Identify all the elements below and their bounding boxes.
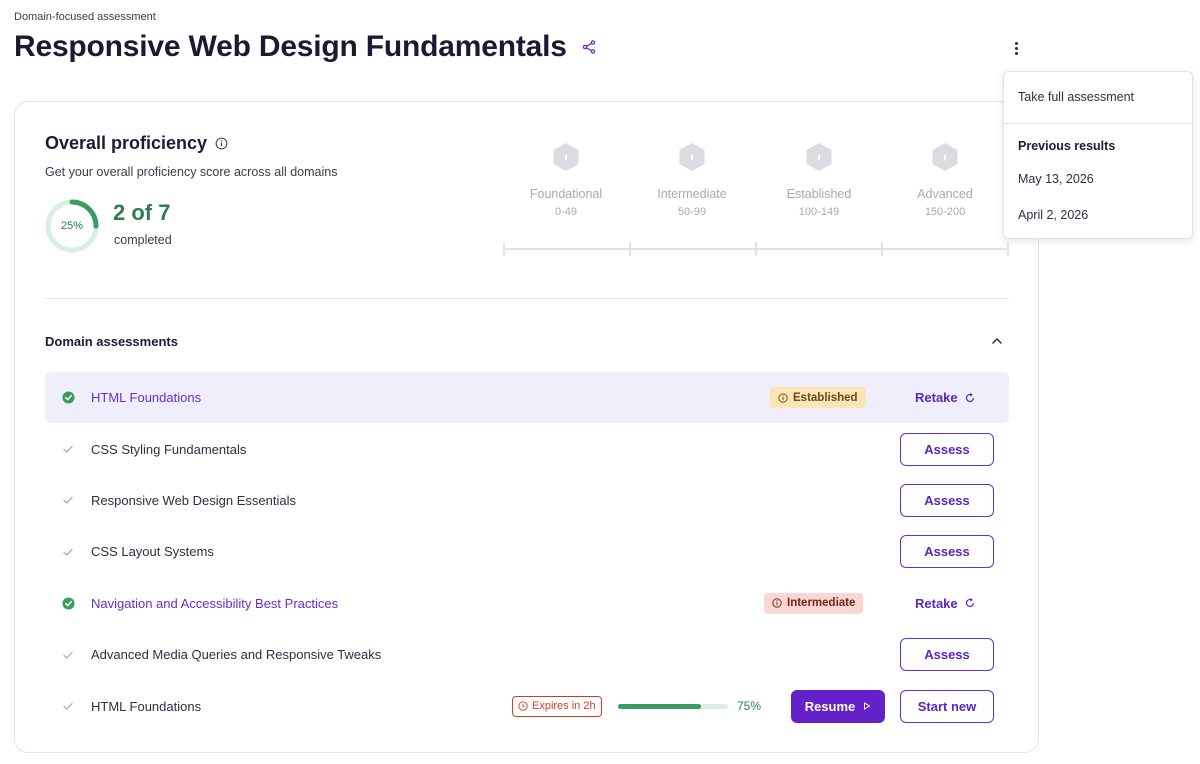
hexagon-badge-icon: [553, 143, 579, 171]
check-circle-icon: [61, 391, 75, 405]
scale-tick: [755, 242, 757, 256]
menu-divider: [1004, 123, 1192, 124]
completed-label: completed: [114, 233, 172, 247]
progress-bar: [618, 703, 728, 709]
progress-percent: 75%: [737, 699, 762, 714]
level-advanced: Advanced 150-200: [885, 142, 1005, 218]
play-icon: [864, 702, 871, 710]
resume-button[interactable]: Resume: [791, 689, 885, 723]
domain-name[interactable]: Navigation and Accessibility Best Practi…: [91, 596, 338, 611]
proficiency-title: Overall proficiency: [45, 133, 208, 153]
status-badge: Established: [770, 387, 866, 409]
retake-button[interactable]: Retake: [915, 390, 976, 405]
domain-name: CSS Styling Fundamentals: [91, 441, 247, 457]
domain-name[interactable]: HTML Foundations: [91, 390, 201, 405]
completed-count: 2 of 7: [113, 200, 171, 225]
domains-title: Domain assessments: [45, 334, 178, 349]
more-options-icon[interactable]: [1009, 38, 1023, 58]
page-eyebrow: Domain-focused assessment: [14, 11, 156, 23]
level-foundational: Foundational 0-49: [506, 142, 626, 218]
options-dropdown-menu: Take full assessment Previous results Ma…: [1003, 71, 1193, 239]
menu-item-previous-result[interactable]: May 13, 2026: [1018, 172, 1094, 186]
assess-button[interactable]: Assess: [900, 432, 994, 466]
check-circle-icon: [61, 596, 75, 610]
scale-tick: [629, 242, 631, 256]
scale-tick: [503, 242, 505, 256]
status-badge: Intermediate: [764, 592, 864, 614]
domain-name: Responsive Web Design Essentials: [91, 492, 296, 508]
assess-button[interactable]: Assess: [900, 483, 994, 517]
info-icon[interactable]: [215, 137, 228, 150]
domain-name: Advanced Media Queries and Responsive Tw…: [91, 647, 382, 663]
proficiency-scale: Foundational 0-49 Intermediate 50-99 Est…: [503, 142, 1009, 262]
start-new-button[interactable]: Start new: [900, 689, 994, 723]
menu-item-take-full-assessment[interactable]: Take full assessment: [1018, 90, 1134, 104]
check-icon: [61, 648, 75, 662]
domain-row: HTML Foundations Established Retake: [45, 372, 1009, 424]
assess-button[interactable]: Assess: [900, 535, 994, 569]
level-established: Established 100-149: [759, 142, 879, 218]
retake-button[interactable]: Retake: [915, 596, 976, 611]
page-title: Responsive Web Design Fundamentals: [14, 30, 567, 63]
domain-name: HTML Foundations: [91, 698, 202, 714]
progress-ring: 25%: [44, 198, 100, 254]
share-icon[interactable]: [581, 39, 597, 55]
info-icon: [778, 393, 788, 403]
domain-row: Advanced Media Queries and Responsive Tw…: [45, 629, 1009, 680]
domain-row: Navigation and Accessibility Best Practi…: [45, 578, 1009, 629]
clock-icon: [518, 701, 528, 711]
domain-name: CSS Layout Systems: [91, 544, 214, 560]
check-icon: [61, 442, 75, 456]
domain-list: HTML Foundations Established Retake CSS …: [45, 372, 1009, 732]
domain-row: CSS Layout Systems Assess: [45, 526, 1009, 577]
hexagon-badge-icon: [679, 143, 705, 171]
expires-badge: Expires in 2h: [512, 695, 602, 717]
scale-tick: [1007, 242, 1009, 256]
check-icon: [61, 699, 75, 713]
scale-tick: [881, 242, 883, 256]
domain-row: CSS Styling Fundamentals Assess: [45, 423, 1009, 474]
hexagon-badge-icon: [806, 143, 832, 171]
refresh-icon: [965, 598, 974, 608]
progress-bar-fill: [618, 703, 701, 709]
assess-button[interactable]: Assess: [900, 638, 994, 672]
domain-row: Responsive Web Design Essentials Assess: [45, 475, 1009, 526]
menu-section-title: Previous results: [1018, 139, 1116, 153]
check-icon: [61, 545, 75, 559]
check-icon: [61, 493, 75, 507]
refresh-icon: [965, 392, 974, 402]
menu-item-previous-result[interactable]: April 2, 2026: [1018, 208, 1088, 222]
info-icon: [772, 598, 782, 608]
domain-row: HTML Foundations Expires in 2h 75% Resum…: [45, 680, 1009, 731]
section-divider: [45, 298, 1009, 299]
progress-percent: 25%: [60, 220, 84, 232]
proficiency-subtitle: Get your overall proficiency score acros…: [45, 165, 338, 179]
hexagon-badge-icon: [932, 143, 958, 171]
chevron-up-icon[interactable]: [990, 334, 1004, 348]
assessment-card: Overall proficiency Get your overall pro…: [14, 101, 1039, 753]
level-intermediate: Intermediate 50-99: [632, 142, 752, 218]
